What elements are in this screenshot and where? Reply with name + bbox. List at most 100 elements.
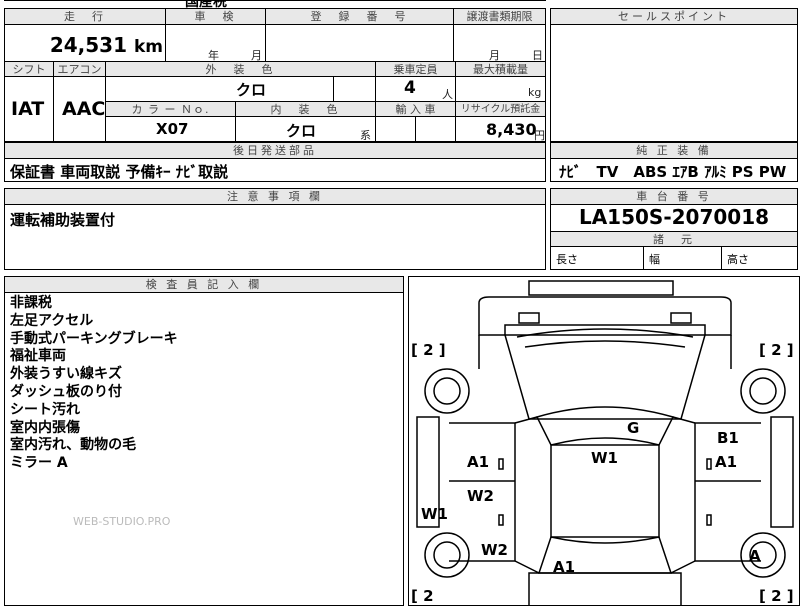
tire-label-rr: [ 2 ] [759,587,794,605]
watermark: WEB-STUDIO.PRO [73,515,171,528]
damage-mark: W2 [467,487,494,505]
shift-value: IAT [11,98,45,120]
inspector-line: 福祉車両 [10,348,66,365]
int-color-header: 内 装 色 [235,101,375,117]
vehicle-info-table: 走 行 車 検 登 録 番 号 譲渡書類期限 24,531 km 年 月 月 日… [4,8,546,142]
dimensions-header: 諸 元 [551,231,797,247]
inspector-line: 室内内張傷 [10,419,80,436]
wheel-rl [424,532,470,578]
wheel-fr [740,368,786,414]
notes-box: 注 意 事 項 欄 運転補助装置付 [4,188,546,270]
windshield-shape [535,406,675,446]
capacity-header: 乗車定員 [375,61,455,77]
car-diagram: [ 2 ] [ 2 ] [ 2 [ 2 ] G W1 B1 A1 A1 W2 W… [411,280,794,605]
equipment-box: 純 正 装 備 ﾅﾋﾞ TV ABS ｴｱB ｱﾙﾐ PS PW [550,142,798,182]
inspector-line: シート汚れ [10,401,80,418]
notes-text: 運転補助装置付 [10,211,116,229]
top-border [4,0,546,6]
inspector-line: 手動式パーキングブレーキ [10,330,178,347]
mileage-header: 走 行 [5,9,165,25]
damage-mark: W1 [421,505,448,523]
equipment-text: ﾅﾋﾞ TV ABS ｴｱB ｱﾙﾐ PS PW [559,163,787,181]
aircon-cell: AAC [53,76,106,141]
mileage-unit: km [133,37,163,57]
dim-width: 幅 [643,247,721,269]
int-color-suffix: 系 [360,129,371,142]
recycle-header: リサイクル預託金 [455,101,545,117]
shift-header: シフト [5,61,53,77]
transfer-cell: 月 日 [453,25,545,65]
int-color-value: クロ [286,122,317,140]
max-load-cell: kg [455,76,545,102]
mileage-value: 24,531 [49,33,127,57]
damage-mark: W1 [591,449,618,467]
capacity-value: 4 [404,78,416,98]
car-diagram-box: [ 2 ] [ 2 ] [ 2 [ 2 ] G W1 B1 A1 A1 W2 W… [408,276,800,606]
color-no-header: カ ラ ー Ｎｏ. [105,101,235,117]
hood-line [524,340,686,348]
inspector-line: 左足アクセル [10,312,94,329]
inspector-line: ミラー A [10,455,68,472]
parts-later-text: 保証書 車両取説 予備ｷｰ ﾅﾋﾞ取説 [10,163,229,181]
hood-line [516,328,694,338]
import-cell-b [415,116,455,141]
mileage-cell: 24,531 km [5,25,165,65]
tire-label-fr: [ 2 ] [759,341,794,359]
damage-mark: A1 [553,558,575,576]
notes-header: 注 意 事 項 欄 [5,189,545,205]
inspector-line: 外装うすい線キズ [10,366,122,383]
mirror-l [518,312,540,324]
chassis-box: 車 台 番 号 LA150S-2070018 諸 元 長さ 幅 高さ [550,188,798,270]
wheel-fl [424,368,470,414]
ext-color-sub-cell [333,76,375,102]
front-bumper-shape [528,280,674,296]
damage-mark: A1 [715,453,737,471]
sales-point-header: セールスポイント [551,9,797,25]
transfer-header: 譲渡書類期限 [453,9,545,25]
max-load-unit: kg [528,86,542,99]
mirror-r [670,312,692,324]
inspector-lines: 非課税 左足アクセル 手動式パーキングブレーキ 福祉車両 外装うすい線キズ ダッ… [10,295,178,473]
import-header: 輸 入 車 [375,101,455,117]
dim-height: 高さ [721,247,797,269]
right-side-panel [770,416,794,528]
parts-later-box: 後日発送部品 保証書 車両取説 予備ｷｰ ﾅﾋﾞ取説 [4,142,546,182]
damage-mark: B1 [717,429,739,447]
equipment-header: 純 正 装 備 [551,143,797,159]
rear-panel-shape [528,572,682,605]
aircon-value: AAC [62,98,106,120]
tire-label-rl: [ 2 [411,587,434,605]
reg-no-cell [265,25,453,65]
int-color-cell: クロ 系 [235,116,375,142]
color-no-cell: X07 [105,116,235,141]
recycle-unit: 円 [534,129,545,142]
damage-mark: W2 [481,541,508,559]
ext-color-cell: クロ [105,76,333,102]
inspector-line: 非課税 [10,295,52,311]
tire-label-fl: [ 2 ] [411,341,446,359]
sales-point-box: セールスポイント [550,8,798,142]
import-cell-a [375,116,415,141]
aircon-header: エアコン [53,61,105,77]
color-no-value: X07 [156,120,189,138]
ext-color-value: クロ [236,81,267,99]
capacity-unit: 人 [442,88,453,101]
reg-no-header: 登 録 番 号 [265,9,453,25]
parts-later-header: 後日発送部品 [5,143,545,159]
inspection-cell: 年 月 [165,25,265,65]
wheel-rr [740,532,786,578]
damage-mark: A [749,547,761,565]
ext-color-header: 外 装 色 [105,61,375,77]
inspector-header: 検 査 員 記 入 欄 [5,277,403,293]
capacity-cell: 4 人 [375,76,455,102]
dim-length: 長さ [556,253,578,266]
mileage-value-wrap: 24,531 km [50,33,163,57]
chassis-value: LA150S-2070018 [578,205,770,229]
inspector-line: 室内汚れ、動物の毛 [10,437,137,454]
recycle-cell: 8,430 円 [455,116,545,142]
shift-cell: IAT [5,76,53,141]
max-load-header: 最大積載量 [455,61,545,77]
damage-mark: G [627,419,639,437]
chassis-header: 車 台 番 号 [551,189,797,205]
inspection-header: 車 検 [165,9,265,25]
